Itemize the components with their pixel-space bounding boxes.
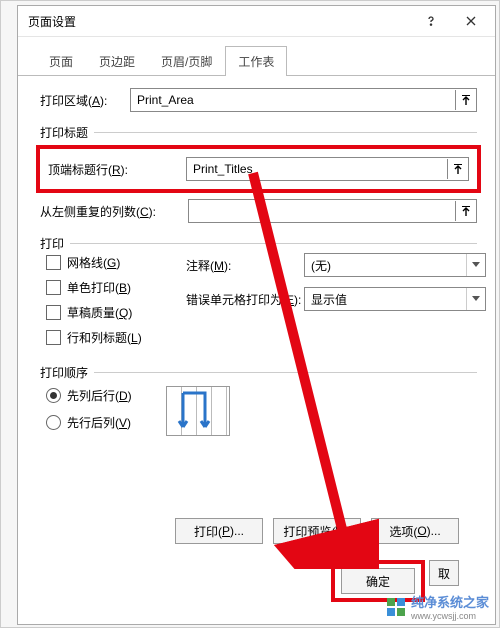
left-col-label: 从左侧重复的列数(C):	[40, 203, 188, 220]
radio-down-over[interactable]: 先列后行(D)	[46, 387, 477, 404]
left-col-field[interactable]	[188, 199, 477, 223]
preview-button[interactable]: 打印预览(W)	[273, 518, 361, 544]
check-draft-label: 草稿质量(Q)	[67, 304, 132, 321]
check-gridlines-label: 网格线(G)	[67, 254, 120, 271]
errors-select[interactable]: 显示值	[304, 287, 486, 311]
check-rowcol[interactable]: 行和列标题(L)	[46, 329, 477, 346]
chevron-down-icon	[466, 288, 485, 310]
chevron-down-icon	[466, 254, 485, 276]
tab-strip: 页面 页边距 页眉/页脚 工作表	[18, 43, 495, 76]
comments-select[interactable]: (无)	[304, 253, 486, 277]
radio-over-down[interactable]: 先行后列(V)	[46, 414, 477, 431]
command-bar: 打印(P)... 打印预览(W) 选项(O)...	[40, 512, 477, 550]
top-row-field[interactable]	[186, 157, 469, 181]
highlight-top-row: 顶端标题行(R):	[36, 145, 481, 193]
errors-value: 显示值	[305, 291, 466, 308]
range-picker-icon[interactable]	[447, 159, 468, 179]
comments-label: 注释(M):	[186, 257, 304, 274]
print-area-row: 打印区域(A):	[40, 88, 477, 112]
titlebar: 页面设置	[18, 6, 495, 37]
radio-over-down-label: 先行后列(V)	[67, 414, 131, 431]
range-picker-icon[interactable]	[455, 90, 476, 110]
top-row-label: 顶端标题行(R):	[48, 161, 186, 178]
watermark: 纯净系统之家 www.ycwsjj.com	[387, 592, 489, 621]
tab-margins[interactable]: 页边距	[86, 46, 148, 76]
print-right-column: 注释(M): (无) 错误单元格打印为(E): 显示值	[186, 253, 486, 321]
range-picker-icon[interactable]	[455, 201, 476, 221]
tab-headerfooter[interactable]: 页眉/页脚	[148, 46, 225, 76]
left-col-input[interactable]	[189, 204, 455, 218]
print-area-field[interactable]	[130, 88, 477, 112]
print-button[interactable]: 打印(P)...	[175, 518, 263, 544]
logo-icon	[387, 598, 405, 616]
check-bw-label: 单色打印(B)	[67, 279, 131, 296]
watermark-text: 纯净系统之家	[411, 592, 489, 611]
cancel-button[interactable]: 取	[429, 560, 459, 586]
watermark-url: www.ycwsjj.com	[411, 611, 489, 621]
dialog-title: 页面设置	[28, 13, 411, 30]
order-group-label: 打印顺序	[40, 364, 88, 381]
print-group-label: 打印	[40, 235, 64, 252]
radio-down-over-label: 先列后行(D)	[67, 387, 132, 404]
check-rowcol-label: 行和列标题(L)	[67, 329, 142, 346]
page-setup-dialog: 页面设置 页面 页边距 页眉/页脚 工作表 打印区域(A):	[17, 5, 496, 625]
top-row-input[interactable]	[187, 162, 447, 176]
close-button[interactable]	[451, 7, 491, 35]
errors-label: 错误单元格打印为(E):	[186, 291, 304, 308]
tab-page[interactable]: 页面	[36, 46, 86, 76]
ok-button[interactable]: 确定	[341, 568, 415, 594]
help-button[interactable]	[411, 7, 451, 35]
print-area-label: 打印区域(A):	[40, 92, 130, 109]
titles-group-label: 打印标题	[40, 124, 88, 141]
print-area-input[interactable]	[131, 93, 455, 107]
tab-sheet[interactable]: 工作表	[225, 46, 287, 76]
comments-value: (无)	[305, 257, 466, 274]
order-illustration	[166, 386, 230, 436]
options-button[interactable]: 选项(O)...	[371, 518, 459, 544]
